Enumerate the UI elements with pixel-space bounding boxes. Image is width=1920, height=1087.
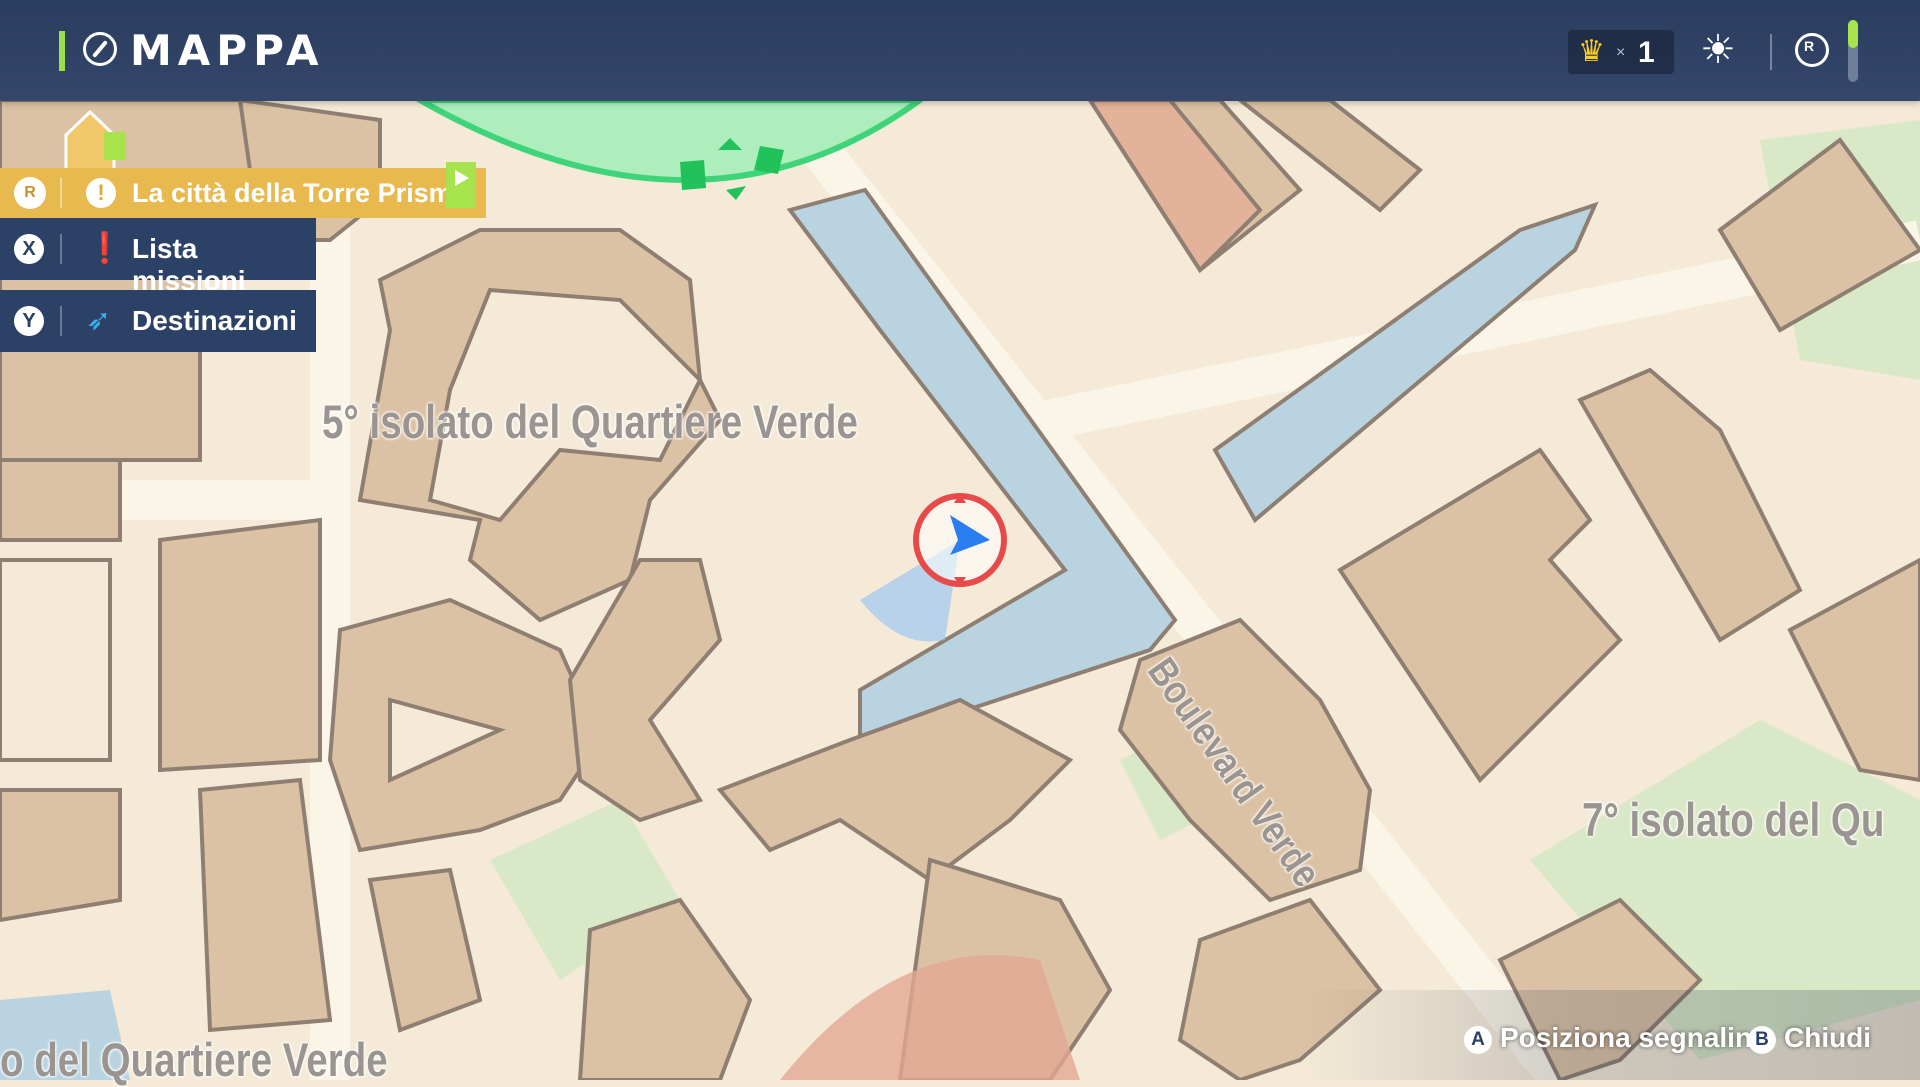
close-label: Chiudi	[1784, 1022, 1872, 1053]
feather-icon: ➶	[86, 304, 112, 337]
quest-alert-icon: !	[86, 178, 116, 208]
landmark-flag	[104, 132, 126, 160]
radar-icon: R	[1795, 33, 1829, 67]
map-canvas[interactable]	[0, 0, 1920, 1080]
destinations-button[interactable]: Y ➶ Destinazioni	[0, 290, 316, 352]
a-button-icon: A	[1464, 1026, 1492, 1054]
crown-counter: ♛ × 1	[1568, 30, 1674, 74]
x-button-icon: X	[14, 234, 44, 264]
compass-icon	[83, 32, 117, 66]
district-label: 7° isolato del Qu	[1582, 793, 1885, 846]
divider	[60, 234, 62, 264]
district-label: 5° isolato del Quartiere Verde	[322, 395, 858, 448]
quest-list-icon: ❗	[86, 232, 124, 265]
district-label: o del Quartiere Verde	[0, 1033, 388, 1086]
active-quest-tag[interactable]: R ! La città della Torre Prisma	[0, 162, 486, 218]
divider	[1770, 34, 1772, 70]
quest-list-label: Lista missioni	[132, 233, 246, 296]
title-accent	[59, 31, 65, 71]
y-button-icon: Y	[14, 306, 44, 336]
flag-icon	[446, 162, 476, 208]
zone-marker	[680, 160, 706, 190]
crown-count: 1	[1638, 36, 1655, 69]
divider	[60, 306, 62, 336]
destinations-label: Destinazioni	[132, 305, 297, 336]
crown-icon: ♛	[1578, 35, 1605, 68]
r-button-icon: R	[14, 177, 46, 209]
crown-multiplier: ×	[1616, 44, 1626, 61]
b-button-icon: B	[1748, 1026, 1776, 1054]
sun-icon: ☀	[1700, 28, 1736, 72]
page-title: MAPPA	[130, 26, 325, 75]
battery-icon	[1848, 20, 1858, 82]
place-marker-hint[interactable]: A Posiziona segnalino	[1464, 1022, 1769, 1054]
battery-level	[1848, 20, 1858, 48]
top-bar: MAPPA ♛ × 1 ☀ R	[0, 0, 1920, 101]
place-marker-label: Posiziona segnalino	[1500, 1022, 1770, 1053]
active-quest-label: La città della Torre Prisma	[132, 178, 468, 208]
divider	[60, 178, 62, 208]
quest-list-button[interactable]: X ❗ Lista missioni	[0, 218, 316, 296]
close-hint[interactable]: B Chiudi	[1748, 1022, 1871, 1054]
